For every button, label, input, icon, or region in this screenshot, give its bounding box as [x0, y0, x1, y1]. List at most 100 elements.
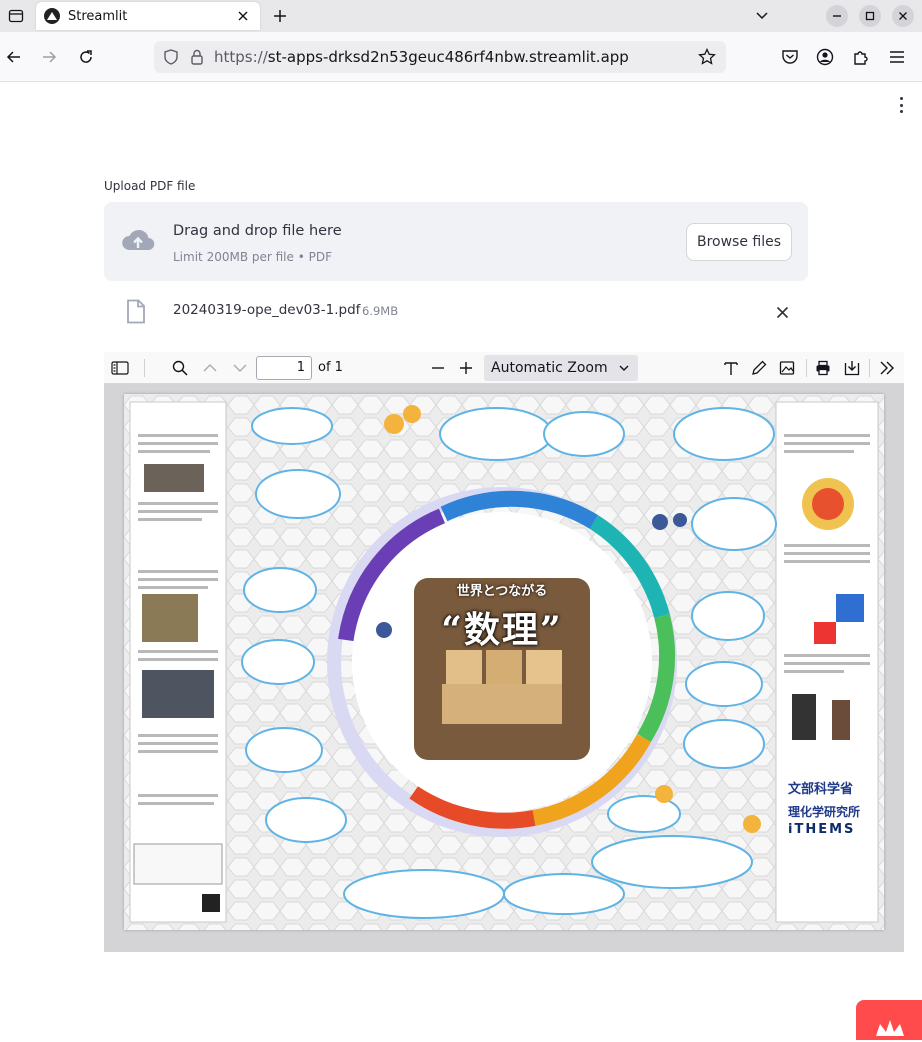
zoom-out-button[interactable]: [428, 358, 448, 378]
pencil-icon: [752, 360, 767, 375]
star-icon[interactable]: [698, 48, 716, 66]
shield-icon: [164, 49, 178, 65]
close-icon: [238, 11, 248, 21]
minus-icon: [432, 367, 444, 369]
maximize-icon: [865, 11, 875, 21]
plus-icon: [460, 362, 472, 374]
pdf-toolbar: 1 of 1 Automatic Zoom: [104, 352, 904, 384]
dot-icon: [899, 110, 903, 113]
browser-tab-bar: Streamlit: [0, 0, 922, 32]
tab-title: Streamlit: [68, 8, 128, 24]
window-close-button[interactable]: [892, 5, 914, 27]
tab-close-button[interactable]: [234, 7, 252, 25]
printer-icon: [816, 360, 830, 376]
logo-riken: 理化学研究所: [788, 805, 861, 819]
dropzone-title: Drag and drop file here: [173, 223, 342, 239]
back-button[interactable]: [2, 45, 26, 69]
double-chevron-right-icon: [880, 361, 894, 375]
url-host: st-apps-drksd2n53geuc486rf4nbw.streamlit…: [267, 48, 629, 66]
file-dropzone[interactable]: Drag and drop file here Limit 200MB per …: [104, 202, 808, 281]
crown-icon: [876, 1020, 904, 1036]
save-button[interactable]: [842, 358, 862, 378]
text-icon: [724, 362, 738, 375]
text-tool-button[interactable]: [721, 358, 741, 378]
upload-label: Upload PDF file: [104, 179, 196, 193]
arrow-right-icon: [43, 51, 57, 63]
file-name: 20240319-ope_dev03-1.pdf: [173, 302, 361, 318]
chevron-down-icon: [756, 12, 768, 20]
page-count: of 1: [318, 360, 343, 375]
next-page-button[interactable]: [230, 358, 250, 378]
streamlit-badge[interactable]: [856, 1000, 922, 1040]
maximize-button[interactable]: [859, 5, 881, 27]
remove-file-button[interactable]: [772, 302, 792, 322]
cloud-upload-icon: [122, 229, 155, 251]
poster-title-line1: 世界とつながる: [456, 584, 548, 599]
url-scheme: https://: [214, 48, 268, 66]
forward-button[interactable]: [37, 45, 61, 69]
toolbar-separator: [869, 359, 870, 377]
toolbar-separator: [806, 359, 807, 377]
streamlit-favicon-icon: [44, 8, 60, 24]
close-icon: [899, 12, 907, 20]
print-button[interactable]: [813, 358, 833, 378]
zoom-value: Automatic Zoom: [491, 360, 608, 376]
browser-nav-bar: https://st-apps-drksd2n53geuc486rf4nbw.s…: [0, 32, 922, 82]
pocket-icon: [782, 50, 798, 64]
file-icon: [127, 299, 145, 324]
sidebar-icon: [111, 361, 129, 375]
more-tools-button[interactable]: [877, 358, 897, 378]
hamburger-icon: [890, 51, 904, 63]
chevron-down-icon: [233, 364, 247, 372]
image-tool-button[interactable]: [777, 358, 797, 378]
pdf-canvas[interactable]: 世界とつながる “数理” 文部科学省 理化学研究所 iTHEMS: [104, 384, 904, 952]
poster-title-line2: “数理”: [441, 609, 563, 651]
close-icon: [776, 306, 788, 318]
dot-icon: [899, 97, 903, 100]
new-tab-button[interactable]: [270, 6, 290, 26]
account-icon: [816, 48, 834, 66]
address-bar[interactable]: https://st-apps-drksd2n53geuc486rf4nbw.s…: [154, 41, 726, 73]
dropzone-subtitle: Limit 200MB per file • PDF: [173, 250, 332, 264]
chevron-up-icon: [203, 364, 217, 372]
lock-icon: [191, 49, 203, 65]
draw-tool-button[interactable]: [749, 358, 769, 378]
minimize-button[interactable]: [826, 5, 848, 27]
logo-ithems: iTHEMS: [788, 822, 856, 837]
browse-files-button[interactable]: Browse files: [686, 223, 792, 261]
streamlit-main-menu-button[interactable]: [893, 95, 909, 115]
poster-title: 世界とつながる “数理”: [414, 580, 590, 760]
tab-overflow-button[interactable]: [752, 6, 772, 26]
previous-page-button[interactable]: [200, 358, 220, 378]
browser-tab[interactable]: Streamlit: [36, 2, 260, 30]
plus-icon: [274, 10, 286, 22]
page-number-input[interactable]: 1: [256, 356, 312, 380]
tab-list-icon: [8, 9, 24, 23]
search-icon: [172, 360, 188, 376]
url-text: https://st-apps-drksd2n53geuc486rf4nbw.s…: [214, 48, 698, 66]
zoom-select[interactable]: Automatic Zoom: [484, 355, 638, 381]
sidebar-toggle-button[interactable]: [110, 358, 130, 378]
extensions-button[interactable]: [849, 45, 873, 69]
zoom-in-button[interactable]: [456, 358, 476, 378]
find-button[interactable]: [170, 358, 190, 378]
toolbar-separator: [144, 359, 145, 377]
pdf-page: 世界とつながる “数理” 文部科学省 理化学研究所 iTHEMS: [124, 394, 884, 930]
uploaded-file-row: 20240319-ope_dev03-1.pdf 6.9MB: [104, 292, 808, 332]
image-icon: [779, 361, 795, 375]
poster-logos: 文部科学省 理化学研究所 iTHEMS: [788, 778, 878, 837]
download-icon: [844, 361, 860, 376]
arrow-left-icon: [6, 51, 20, 63]
file-size: 6.9MB: [362, 304, 399, 318]
app-menu-button[interactable]: [885, 45, 909, 69]
dot-icon: [899, 103, 903, 107]
reload-icon: [80, 50, 92, 63]
logo-ministry: 文部科学省: [788, 782, 854, 797]
minimize-icon: [833, 15, 841, 17]
chevron-down-icon: [619, 365, 629, 371]
account-button[interactable]: [813, 45, 837, 69]
pocket-button[interactable]: [778, 45, 802, 69]
puzzle-icon: [854, 51, 868, 65]
reload-button[interactable]: [74, 45, 98, 69]
tab-list-button[interactable]: [0, 0, 32, 32]
